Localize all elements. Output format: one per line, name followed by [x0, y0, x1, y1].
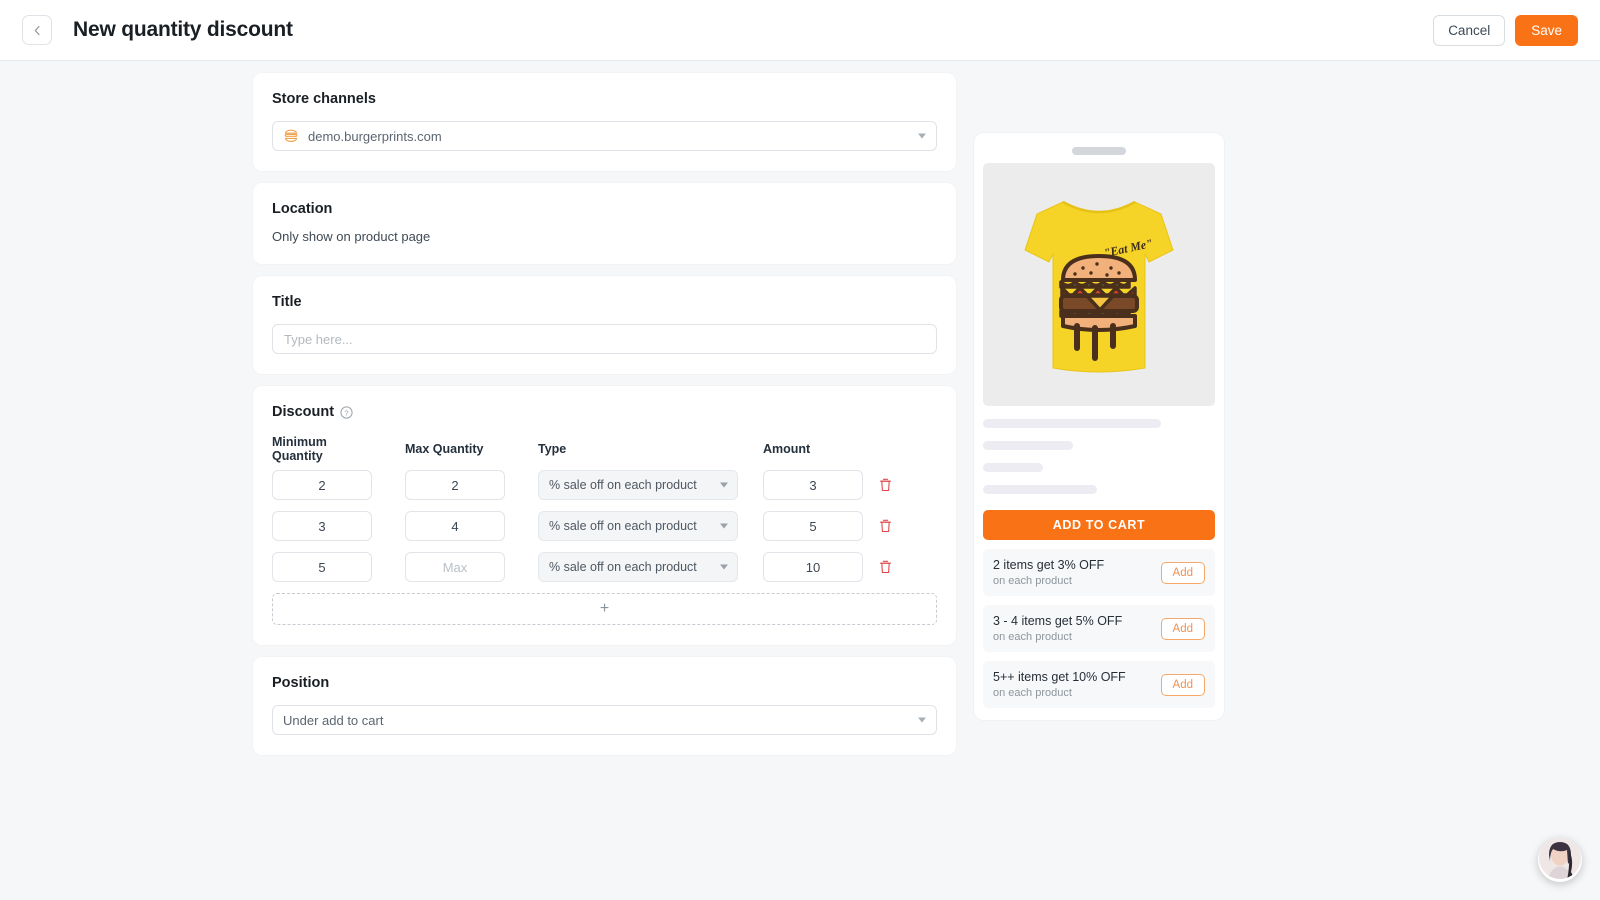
offer-title: 3 - 4 items get 5% OFF [993, 614, 1123, 628]
cancel-button[interactable]: Cancel [1433, 14, 1506, 46]
column-header-type: Type [538, 442, 567, 456]
preview-column: "Eat Me" ADD TO CART 2 items get 3% OFF … [974, 133, 1224, 720]
product-image: "Eat Me" [983, 163, 1215, 406]
question-circle-icon[interactable]: ? [340, 405, 353, 419]
chevron-down-icon [720, 564, 728, 570]
support-agent-avatar [1538, 838, 1582, 882]
min-quantity-input[interactable] [272, 470, 372, 500]
list-item: 5++ items get 10% OFF on each product Ad… [983, 661, 1215, 708]
burger-icon [283, 128, 299, 144]
column-header-amount: Amount [763, 442, 811, 456]
list-item: 3 - 4 items get 5% OFF on each product A… [983, 605, 1215, 652]
min-quantity-input[interactable] [272, 511, 372, 541]
content-area: Store channels demo.burgerprints.com Loc… [0, 61, 1600, 767]
trash-icon [878, 519, 893, 537]
skeleton-line [983, 485, 1097, 494]
delete-row-button[interactable] [876, 516, 895, 536]
title-heading: Title [272, 294, 302, 310]
top-bar: New quantity discount Cancel Save [0, 0, 1600, 61]
discount-type-value: % sale off on each product [549, 560, 697, 574]
store-channel-select[interactable]: demo.burgerprints.com [272, 121, 937, 151]
delete-row-button[interactable] [876, 475, 895, 495]
offer-title: 5++ items get 10% OFF [993, 670, 1126, 684]
location-text: Only show on product page [272, 229, 431, 244]
plus-icon: + [599, 600, 610, 617]
discount-type-select[interactable]: % sale off on each product [538, 470, 738, 500]
discount-header: Discount ? [272, 404, 937, 420]
offer-subtitle: on each product [993, 575, 1072, 587]
chevron-left-icon [31, 24, 44, 37]
offer-add-button[interactable]: Add [1160, 561, 1205, 584]
settings-column: Store channels demo.burgerprints.com Loc… [253, 73, 956, 767]
max-quantity-input[interactable] [405, 511, 505, 541]
discount-type-select[interactable]: % sale off on each product [538, 511, 738, 541]
position-value: Under add to cart [283, 712, 384, 728]
discount-type-select[interactable]: % sale off on each product [538, 552, 738, 582]
position-select[interactable]: Under add to cart [272, 705, 937, 735]
chevron-down-icon [720, 523, 728, 529]
max-quantity-input[interactable] [405, 470, 505, 500]
table-row: % sale off on each product [272, 552, 937, 582]
skeleton-line [983, 463, 1043, 472]
offer-title: 2 items get 3% OFF [993, 558, 1105, 572]
offer-subtitle: on each product [993, 631, 1072, 643]
chevron-down-icon [918, 133, 926, 139]
title-card: Title [253, 276, 956, 374]
add-discount-row-button[interactable]: + [272, 593, 937, 625]
location-card: Location Only show on product page [253, 183, 956, 264]
table-row: % sale off on each product [272, 470, 937, 500]
chevron-down-icon [720, 482, 728, 488]
store-channel-value: demo.burgerprints.com [308, 128, 442, 144]
chevron-down-icon [918, 717, 926, 723]
page-title: New quantity discount [73, 18, 293, 41]
add-to-cart-button[interactable]: ADD TO CART [983, 510, 1215, 540]
skeleton-line [983, 441, 1073, 450]
skeleton-line [983, 419, 1161, 428]
trash-icon [878, 478, 893, 496]
amount-input[interactable] [763, 511, 863, 541]
column-header-min: Minimum Quantity [272, 435, 327, 463]
phone-speaker [1072, 147, 1126, 155]
discount-heading: Discount [272, 404, 335, 420]
max-quantity-input[interactable] [405, 552, 505, 582]
discount-column-headers: Minimum Quantity Max Quantity Type Amoun… [272, 435, 937, 463]
back-button[interactable] [22, 15, 52, 45]
position-heading: Position [272, 675, 330, 691]
amount-input[interactable] [763, 552, 863, 582]
discount-card: Discount ? Minimum Quantity Max Quantity… [253, 386, 956, 645]
column-header-max: Max Quantity [405, 442, 484, 456]
support-chat-button[interactable] [1538, 838, 1582, 882]
phone-preview: "Eat Me" ADD TO CART 2 items get 3% OFF … [974, 133, 1224, 720]
store-channels-card: Store channels demo.burgerprints.com [253, 73, 956, 171]
discount-type-value: % sale off on each product [549, 478, 697, 492]
list-item: 2 items get 3% OFF on each product Add [983, 549, 1215, 596]
top-bar-actions: Cancel Save [1433, 14, 1578, 46]
amount-input[interactable] [763, 470, 863, 500]
delete-row-button[interactable] [876, 557, 895, 577]
position-card: Position Under add to cart [253, 657, 956, 755]
min-quantity-input[interactable] [272, 552, 372, 582]
discount-type-value: % sale off on each product [549, 519, 697, 533]
offer-add-button[interactable]: Add [1160, 673, 1205, 696]
svg-text:?: ? [344, 408, 348, 417]
store-channels-heading: Store channels [272, 91, 376, 107]
location-heading: Location [272, 201, 333, 217]
offer-add-button[interactable]: Add [1160, 617, 1205, 640]
save-button[interactable]: Save [1515, 14, 1578, 46]
title-input[interactable] [272, 324, 937, 354]
table-row: % sale off on each product [272, 511, 937, 541]
trash-icon [878, 560, 893, 578]
offer-subtitle: on each product [993, 687, 1072, 699]
